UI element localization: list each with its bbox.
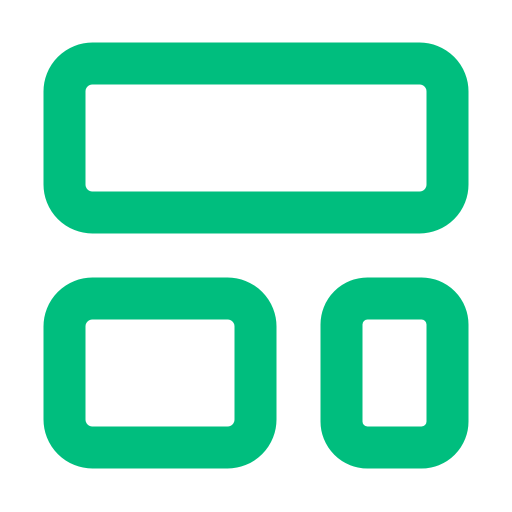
icon-canvas <box>0 0 512 512</box>
bottom-right-panel-shape <box>320 277 469 469</box>
top-panel-shape <box>43 42 469 234</box>
bottom-left-panel-shape <box>43 277 277 469</box>
layout-dashboard-icon <box>43 42 469 469</box>
